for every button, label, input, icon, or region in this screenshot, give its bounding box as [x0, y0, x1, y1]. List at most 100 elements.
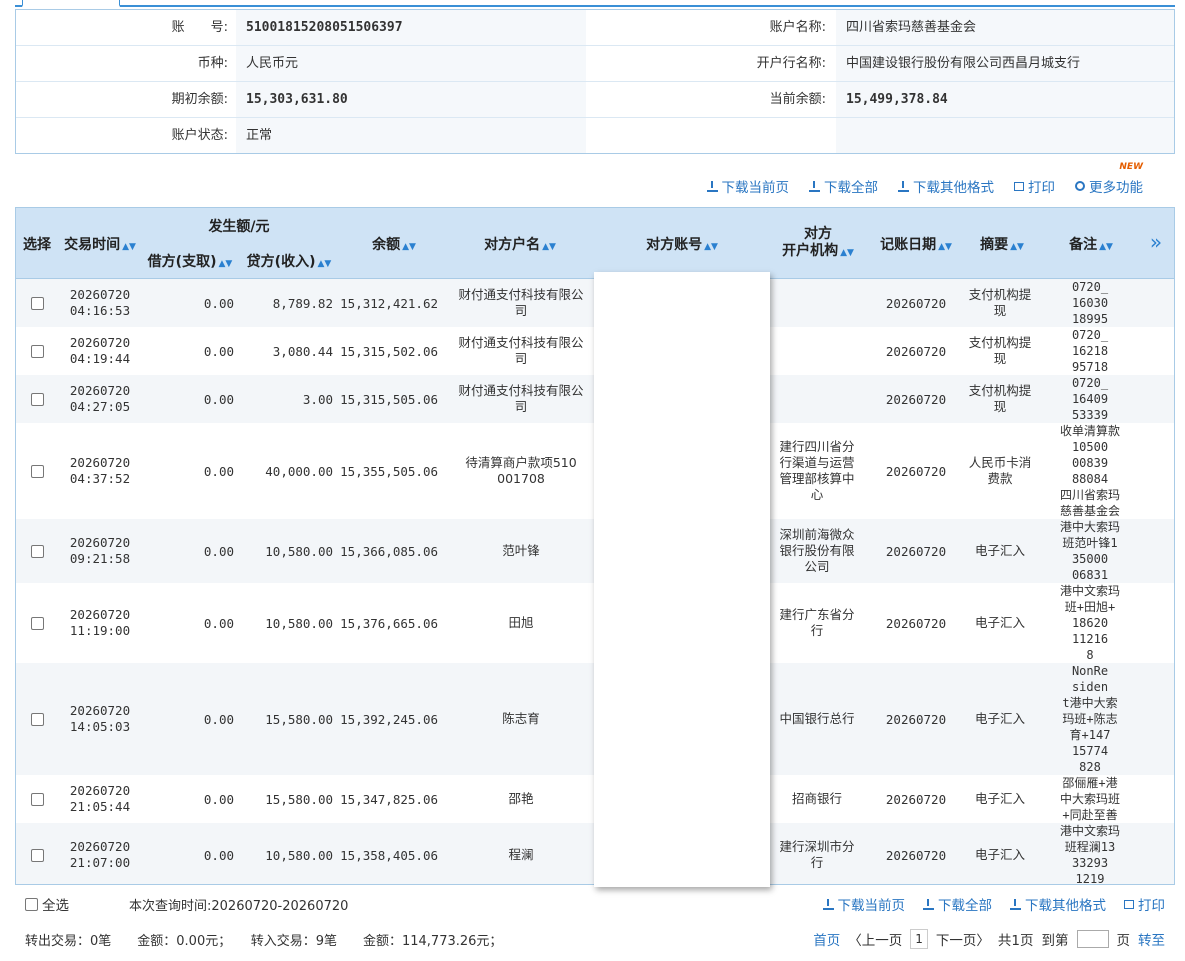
posting-date: 20260720 — [885, 343, 947, 359]
header-balance[interactable]: 余额 ▲▼ — [346, 234, 442, 254]
row-checkbox-cell[interactable] — [30, 375, 44, 423]
goto-page-input[interactable] — [1076, 930, 1109, 948]
go-button[interactable]: 转至 — [1138, 929, 1165, 949]
header-time[interactable]: 交易时间 ▲▼ — [62, 234, 138, 254]
download-other-format-button[interactable]: 下载其他格式 — [898, 176, 994, 196]
debit-amount: 0.00 — [203, 711, 234, 727]
account-info-row: 账 号: 51001815208051506397 账户名称: 四川省索玛慈善基金会 — [16, 10, 1174, 46]
row-checkbox[interactable] — [30, 712, 44, 726]
row-checkbox[interactable] — [30, 544, 44, 558]
counterparty-name: 程澜 — [508, 847, 534, 862]
posting-date: 20260720 — [885, 463, 947, 479]
credit-amount: 3.00 — [302, 391, 333, 407]
summary: 电子汇入 — [974, 847, 1025, 862]
header-remark[interactable]: 备注 ▲▼ — [1056, 234, 1126, 254]
debit-amount: 0.00 — [203, 463, 234, 479]
select-all-checkbox[interactable] — [25, 897, 38, 911]
row-checkbox-cell[interactable] — [30, 583, 44, 663]
counterparty-name: 范叶锋 — [502, 543, 540, 558]
posting-date: 20260720 — [885, 791, 947, 807]
info-label: 账 号: — [16, 10, 236, 45]
download-current-button[interactable]: 下载当前页 — [706, 176, 789, 196]
printer-icon — [1124, 899, 1134, 909]
debit-amount: 0.00 — [203, 543, 234, 559]
transaction-time: 20260720 21:05:44 — [69, 783, 131, 814]
header-posting-date[interactable]: 记账日期 ▲▼ — [876, 234, 956, 254]
next-page-link[interactable]: 下一页〉 — [936, 929, 990, 949]
row-checkbox-cell[interactable] — [30, 663, 44, 775]
counterparty-org: 建行深圳市分行 — [779, 839, 855, 870]
credit-amount: 10,580.00 — [265, 615, 333, 631]
balance: 15,315,505.06 — [340, 391, 438, 407]
transaction-time: 20260720 14:05:03 — [69, 703, 131, 734]
counterparty-org — [768, 327, 866, 375]
info-value: 15,499,378.84 — [836, 82, 1174, 117]
counterparty-name: 财付通支付科技有限公司 — [458, 335, 584, 366]
row-checkbox[interactable] — [30, 296, 44, 310]
remark: 邵俪雁+港 中大索玛班 +同赴至善 — [1059, 776, 1120, 822]
footer-download-other-format-button[interactable]: 下载其他格式 — [1010, 894, 1106, 914]
top-tab-bar — [15, 0, 1175, 7]
header-credit[interactable]: 贷方(收入) ▲▼ — [242, 251, 336, 271]
row-checkbox[interactable] — [30, 616, 44, 630]
remark: NonRe siden t港中大索 玛班+陈志 育+147 15774 828 — [1062, 664, 1118, 774]
print-button[interactable]: 打印 — [1014, 176, 1055, 196]
row-checkbox[interactable] — [30, 464, 44, 478]
row-checkbox-cell[interactable] — [30, 519, 44, 583]
header-summary[interactable]: 摘要 ▲▼ — [964, 234, 1040, 254]
row-checkbox-cell[interactable] — [30, 823, 44, 884]
transaction-time: 20260720 21:07:00 — [69, 839, 131, 870]
expand-columns-icon[interactable]: » — [1144, 230, 1168, 254]
header-counterparty-org[interactable]: 对方 开户机构 ▲▼ — [768, 226, 868, 262]
transaction-time: 20260720 11:19:00 — [69, 607, 131, 638]
footer-download-current-button[interactable]: 下载当前页 — [822, 894, 905, 914]
footer-download-all-button[interactable]: 下载全部 — [923, 894, 992, 914]
download-all-button[interactable]: 下载全部 — [809, 176, 878, 196]
current-page[interactable]: 1 — [910, 929, 928, 949]
row-checkbox[interactable] — [30, 792, 44, 806]
info-value: 中国建设银行股份有限公司西昌月城支行 — [836, 46, 1174, 81]
counterparty-org — [768, 279, 866, 327]
credit-amount: 15,580.00 — [265, 791, 333, 807]
download-icon — [706, 180, 718, 192]
balance: 15,392,245.06 — [340, 711, 438, 727]
header-counterparty-name[interactable]: 对方户名 ▲▼ — [448, 234, 592, 254]
prev-page-link[interactable]: 〈上一页 — [848, 929, 902, 949]
row-checkbox[interactable] — [30, 344, 44, 358]
first-page-link[interactable]: 首页 — [813, 929, 840, 949]
more-functions-button[interactable]: 更多功能 — [1075, 176, 1143, 196]
select-all[interactable]: 全选 — [25, 894, 69, 914]
info-value: 正常 — [236, 118, 586, 153]
query-time: 本次查询时间:20260720-20260720 — [129, 899, 349, 914]
top-tab-active[interactable] — [22, 0, 120, 7]
row-checkbox-cell[interactable] — [30, 279, 44, 327]
row-checkbox[interactable] — [30, 848, 44, 862]
counterparty-name: 待清算商户款项510 001708 — [465, 455, 577, 486]
counterparty-org: 深圳前海微众 银行股份有限 公司 — [779, 527, 855, 574]
credit-amount: 10,580.00 — [265, 847, 333, 863]
account-info-row: 账户状态: 正常 — [16, 118, 1174, 153]
posting-date: 20260720 — [885, 711, 947, 727]
footer-print-button[interactable]: 打印 — [1124, 894, 1165, 914]
transaction-time: 20260720 04:16:53 — [69, 287, 131, 318]
balance: 15,355,505.06 — [340, 463, 438, 479]
debit-amount: 0.00 — [203, 847, 234, 863]
row-checkbox-cell[interactable] — [30, 775, 44, 823]
info-label: 币种: — [16, 46, 236, 81]
row-checkbox-cell[interactable] — [30, 423, 44, 519]
summary: 支付机构提现 — [968, 335, 1032, 366]
remark: 港中文索玛 班+田旭+ 18620 11216 8 — [1059, 584, 1120, 662]
summary: 人民币卡消 费款 — [968, 455, 1032, 486]
row-checkbox[interactable] — [30, 392, 44, 406]
counterparty-org — [768, 375, 866, 423]
remark: 0720_ 16409 53339 — [1071, 376, 1109, 422]
credit-amount: 15,580.00 — [265, 711, 333, 727]
header-debit[interactable]: 借方(支取) ▲▼ — [142, 251, 238, 271]
printer-icon — [1014, 181, 1024, 191]
counterparty-name: 陈志育 — [502, 711, 540, 726]
account-info-panel: 账 号: 51001815208051506397 账户名称: 四川省索玛慈善基金会币… — [15, 9, 1175, 154]
header-counterparty-account[interactable]: 对方账号 ▲▼ — [606, 234, 758, 254]
transaction-time: 20260720 04:27:05 — [69, 383, 131, 414]
row-checkbox-cell[interactable] — [30, 327, 44, 375]
summary: 支付机构提现 — [968, 383, 1032, 414]
